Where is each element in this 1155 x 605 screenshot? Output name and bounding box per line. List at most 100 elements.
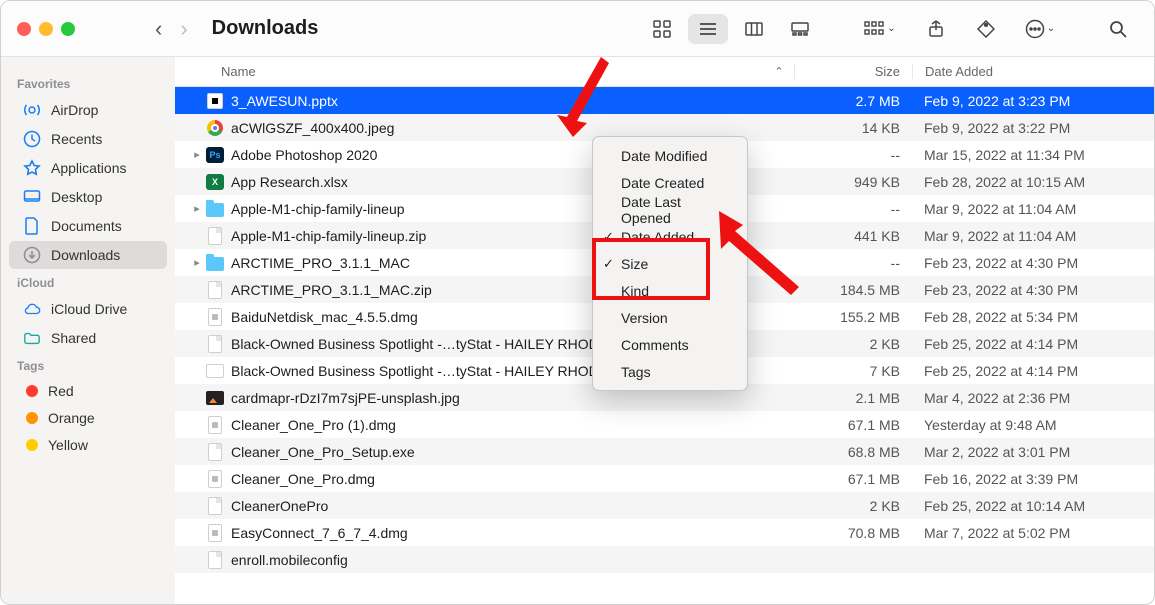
back-button[interactable]: ‹ — [155, 18, 162, 40]
file-date-added: Mar 9, 2022 at 11:04 AM — [912, 201, 1154, 217]
minimize-window-button[interactable] — [39, 22, 53, 36]
file-size: 441 KB — [794, 228, 912, 244]
menu-item-label: Size — [621, 256, 648, 272]
sidebar-item-label: Desktop — [51, 189, 102, 205]
file-icon — [205, 550, 225, 570]
menu-item-date-created[interactable]: Date Created — [593, 169, 747, 196]
sidebar-item-label: Documents — [51, 218, 122, 234]
zoom-window-button[interactable] — [61, 22, 75, 36]
desktop-icon — [23, 188, 41, 206]
file-date-added: Feb 25, 2022 at 4:14 PM — [912, 336, 1154, 352]
sidebar-item-desktop[interactable]: Desktop — [9, 183, 167, 211]
doc-icon — [23, 217, 41, 235]
toolbar: ‹ › Downloads ⌄ ⌄ — [1, 1, 1154, 57]
file-date-added: Feb 28, 2022 at 5:34 PM — [912, 309, 1154, 325]
disclosure-triangle[interactable]: ▸ — [189, 202, 205, 215]
appstore-icon — [23, 159, 41, 177]
file-size: 2 KB — [794, 336, 912, 352]
file-row[interactable]: 3_AWESUN.pptx2.7 MBFeb 9, 2022 at 3:23 P… — [175, 87, 1154, 114]
menu-item-label: Kind — [621, 283, 649, 299]
cloud-icon — [23, 300, 41, 318]
window-title: Downloads — [212, 17, 319, 40]
file-icon — [205, 253, 225, 273]
sidebar-item-yellow[interactable]: Yellow — [9, 432, 167, 458]
window-controls — [17, 22, 75, 36]
sidebar-item-red[interactable]: Red — [9, 378, 167, 404]
menu-item-date-added[interactable]: ✓Date Added — [593, 223, 747, 250]
sidebar-item-label: Red — [48, 383, 74, 399]
file-icon — [205, 361, 225, 381]
file-date-added: Feb 16, 2022 at 3:39 PM — [912, 471, 1154, 487]
file-size: -- — [794, 255, 912, 271]
action-button[interactable]: ⌄ — [1016, 14, 1064, 44]
file-name: Cleaner_One_Pro (1).dmg — [231, 417, 794, 433]
menu-item-version[interactable]: Version — [593, 304, 747, 331]
menu-item-date-modified[interactable]: Date Modified — [593, 142, 747, 169]
file-row[interactable]: Cleaner_One_Pro (1).dmg67.1 MBYesterday … — [175, 411, 1154, 438]
file-size: 67.1 MB — [794, 417, 912, 433]
file-size: 2.1 MB — [794, 390, 912, 406]
view-list-button[interactable] — [688, 14, 728, 44]
file-size: 155.2 MB — [794, 309, 912, 325]
sidebar-item-recents[interactable]: Recents — [9, 125, 167, 153]
sidebar-item-icloud-drive[interactable]: iCloud Drive — [9, 295, 167, 323]
sort-indicator[interactable]: ⌃ — [764, 65, 794, 78]
column-header-date-added[interactable]: Date Added — [912, 64, 1154, 79]
tags-button[interactable] — [966, 14, 1006, 44]
file-name: aCWlGSZF_400x400.jpeg — [231, 120, 794, 136]
file-date-added: Feb 9, 2022 at 3:23 PM — [912, 93, 1154, 109]
menu-item-kind[interactable]: Kind — [593, 277, 747, 304]
column-header-size[interactable]: Size — [794, 64, 912, 79]
file-icon — [205, 226, 225, 246]
menu-item-label: Comments — [621, 337, 689, 353]
file-date-added: Mar 7, 2022 at 5:02 PM — [912, 525, 1154, 541]
menu-item-date-last-opened[interactable]: Date Last Opened — [593, 196, 747, 223]
file-icon — [205, 523, 225, 543]
file-date-added: Feb 25, 2022 at 4:14 PM — [912, 363, 1154, 379]
file-date-added: Mar 15, 2022 at 11:34 PM — [912, 147, 1154, 163]
file-icon — [205, 415, 225, 435]
file-icon: X — [205, 172, 225, 192]
disclosure-triangle[interactable]: ▸ — [189, 148, 205, 161]
sidebar-item-shared[interactable]: Shared — [9, 324, 167, 352]
share-button[interactable] — [916, 14, 956, 44]
file-date-added: Yesterday at 9:48 AM — [912, 417, 1154, 433]
menu-item-size[interactable]: ✓Size — [593, 250, 747, 277]
share-icon — [928, 20, 944, 38]
view-icons-button[interactable] — [642, 14, 682, 44]
disclosure-triangle[interactable]: ▸ — [189, 256, 205, 269]
sidebar: FavoritesAirDropRecentsApplicationsDeskt… — [1, 57, 175, 604]
sidebar-item-label: Downloads — [51, 247, 120, 263]
sidebar-item-downloads[interactable]: Downloads — [9, 241, 167, 269]
menu-item-label: Date Created — [621, 175, 704, 191]
forward-button[interactable]: › — [180, 18, 187, 40]
close-window-button[interactable] — [17, 22, 31, 36]
search-button[interactable] — [1098, 14, 1138, 44]
sidebar-item-orange[interactable]: Orange — [9, 405, 167, 431]
sidebar-item-applications[interactable]: Applications — [9, 154, 167, 182]
group-icon — [864, 21, 884, 37]
file-row[interactable]: CleanerOnePro2 KBFeb 25, 2022 at 10:14 A… — [175, 492, 1154, 519]
menu-item-label: Date Added — [621, 229, 694, 245]
column-options-menu: Date Modified Date Created Date Last Opene… — [592, 136, 748, 391]
file-name: Cleaner_One_Pro.dmg — [231, 471, 794, 487]
sidebar-section-label: iCloud — [1, 270, 175, 294]
file-size: 2.7 MB — [794, 93, 912, 109]
file-row[interactable]: enroll.mobileconfig — [175, 546, 1154, 573]
file-row[interactable]: Cleaner_One_Pro_Setup.exe68.8 MBMar 2, 2… — [175, 438, 1154, 465]
menu-item-comments[interactable]: Comments — [593, 331, 747, 358]
menu-item-label: Tags — [621, 364, 651, 380]
column-header-name[interactable]: Name — [221, 64, 764, 79]
view-mode-group — [642, 14, 820, 44]
sidebar-item-documents[interactable]: Documents — [9, 212, 167, 240]
view-gallery-button[interactable] — [780, 14, 820, 44]
file-row[interactable]: Cleaner_One_Pro.dmg67.1 MBFeb 16, 2022 a… — [175, 465, 1154, 492]
file-name: Cleaner_One_Pro_Setup.exe — [231, 444, 794, 460]
file-row[interactable]: EasyConnect_7_6_7_4.dmg70.8 MBMar 7, 202… — [175, 519, 1154, 546]
menu-item-tags[interactable]: Tags — [593, 358, 747, 385]
sidebar-item-airdrop[interactable]: AirDrop — [9, 96, 167, 124]
menu-item-label: Date Last Opened — [621, 194, 733, 226]
sidebar-item-label: iCloud Drive — [51, 301, 127, 317]
group-by-button[interactable]: ⌄ — [854, 14, 906, 44]
view-columns-button[interactable] — [734, 14, 774, 44]
